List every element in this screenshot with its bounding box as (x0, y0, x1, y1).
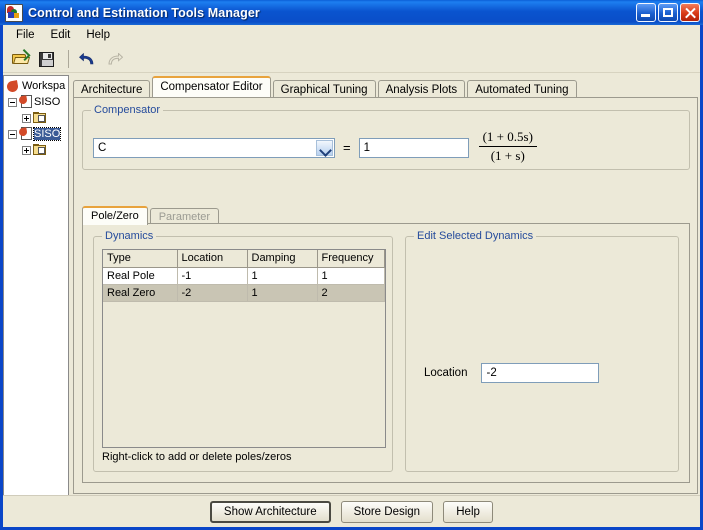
tab-analysis-plots[interactable]: Analysis Plots (377, 80, 466, 98)
cell-location: -1 (177, 267, 248, 285)
dynamics-table: Type Location Damping Frequency Real Pol… (103, 250, 385, 302)
open-button[interactable] (9, 47, 33, 70)
compensator-select[interactable]: C (93, 137, 335, 158)
window-controls (636, 3, 700, 22)
tree-item-label-selected: SISO (32, 127, 62, 141)
compensator-group-label: Compensator (91, 104, 164, 116)
dynamics-table-container[interactable]: Type Location Damping Frequency Real Pol… (102, 249, 386, 448)
gain-input[interactable]: 1 (358, 137, 469, 158)
maximize-button[interactable] (658, 3, 678, 22)
column-header-damping[interactable]: Damping (247, 250, 318, 268)
tree-root-workspace[interactable]: Workspa (4, 78, 68, 94)
save-icon (39, 52, 54, 67)
tab-graphical-tuning[interactable]: Graphical Tuning (272, 80, 376, 98)
column-header-type[interactable]: Type (103, 250, 178, 268)
subtab-pole-zero[interactable]: Pole/Zero (82, 206, 148, 225)
footer-button-bar: Show Architecture Store Design Help (3, 495, 700, 527)
sisotool-doc-icon (18, 127, 32, 141)
menu-file[interactable]: File (8, 27, 43, 43)
title-bar: Control and Estimation Tools Manager (0, 0, 703, 25)
redo-icon (105, 53, 123, 65)
tf-numerator: (1 + 0.5s) (482, 129, 533, 144)
workspace-tree-panel[interactable]: Workspa SISO SISO (3, 75, 69, 521)
application-window: Control and Estimation Tools Manager Fil… (0, 0, 703, 530)
transfer-function-display: (1 + 0.5s) (1 + s) (478, 129, 537, 164)
cell-damping: 1 (247, 284, 318, 302)
client-area: Workspa SISO SISO Architecture Compensat… (3, 73, 700, 527)
store-design-button[interactable]: Store Design (340, 500, 434, 523)
cell-location: -2 (177, 284, 248, 302)
chevron-down-icon[interactable] (316, 139, 333, 157)
table-header-row: Type Location Damping Frequency (103, 250, 385, 268)
dynamics-group-label: Dynamics (102, 230, 157, 242)
edit-selected-dynamics-label: Edit Selected Dynamics (414, 230, 537, 242)
column-header-location[interactable]: Location (177, 250, 248, 268)
undo-icon (79, 53, 97, 65)
compensator-row: C = 1 (1 + 0.5s) (1 + s) (93, 129, 537, 165)
edit-selected-dynamics-group: Edit Selected Dynamics Location -2 (405, 230, 679, 472)
tf-denominator: (1 + s) (490, 148, 525, 163)
cell-damping: 1 (247, 267, 318, 285)
open-folder-icon (12, 48, 31, 65)
window-title: Control and Estimation Tools Manager (28, 5, 260, 20)
redo-button[interactable] (102, 47, 126, 70)
pole-zero-panel: Dynamics Type Location Damping Frequency (82, 223, 690, 483)
tab-compensator-editor[interactable]: Compensator Editor (152, 76, 271, 97)
collapse-toggle-icon[interactable] (8, 97, 17, 107)
location-row: Location -2 (424, 363, 600, 383)
location-input[interactable]: -2 (481, 363, 600, 383)
cell-frequency: 2 (317, 284, 385, 302)
cell-frequency: 1 (317, 267, 385, 285)
matlab-icon (5, 3, 23, 22)
close-button[interactable] (680, 3, 700, 22)
equals-sign: = (343, 140, 351, 155)
expand-toggle-icon[interactable] (22, 113, 31, 123)
undo-button[interactable] (76, 47, 100, 70)
cell-type: Real Pole (103, 267, 178, 285)
dynamics-hint-text: Right-click to add or delete poles/zeros (102, 451, 292, 463)
dynamics-group: Dynamics Type Location Damping Frequency (93, 230, 393, 472)
save-button[interactable] (35, 47, 59, 70)
table-row-selected[interactable]: Real Zero -2 1 2 (103, 284, 385, 302)
minimize-button[interactable] (636, 3, 656, 22)
matlab-icon (6, 79, 20, 93)
collapse-toggle-icon[interactable] (8, 129, 17, 139)
tab-automated-tuning[interactable]: Automated Tuning (467, 80, 577, 98)
cell-type: Real Zero (103, 284, 178, 302)
tab-architecture[interactable]: Architecture (73, 80, 151, 98)
tree-child-folder-2[interactable] (4, 142, 68, 158)
menu-help[interactable]: Help (78, 27, 118, 43)
tree-content: Workspa SISO SISO (4, 76, 68, 158)
tree-item-label: SISO (34, 96, 61, 108)
expand-toggle-icon[interactable] (22, 145, 31, 155)
compensator-editor-panel: Compensator C = 1 (1 + 0.5s) (1 + s) Pol… (73, 97, 698, 494)
tree-item-siso-1[interactable]: SISO (4, 94, 68, 110)
toolbar (3, 45, 700, 73)
show-architecture-button[interactable]: Show Architecture (209, 500, 331, 523)
tree-item-siso-2[interactable]: SISO (4, 126, 68, 142)
compensator-select-value: C (98, 141, 107, 154)
menu-bar: File Edit Help (3, 25, 700, 45)
sisotool-doc-icon (18, 95, 32, 109)
main-tab-strip: Architecture Compensator Editor Graphica… (73, 76, 698, 98)
table-row[interactable]: Real Pole -1 1 1 (103, 267, 385, 285)
tree-root-label: Workspa (22, 80, 66, 92)
toolbar-separator (68, 49, 69, 68)
help-button[interactable]: Help (443, 500, 494, 523)
tree-child-folder-1[interactable] (4, 110, 68, 126)
column-header-frequency[interactable]: Frequency (317, 250, 385, 268)
folder-icon (33, 112, 47, 124)
compensator-group: Compensator C = 1 (1 + 0.5s) (1 + s) (82, 104, 690, 170)
folder-icon (33, 144, 47, 156)
location-label: Location (424, 367, 468, 379)
menu-edit[interactable]: Edit (43, 27, 79, 43)
